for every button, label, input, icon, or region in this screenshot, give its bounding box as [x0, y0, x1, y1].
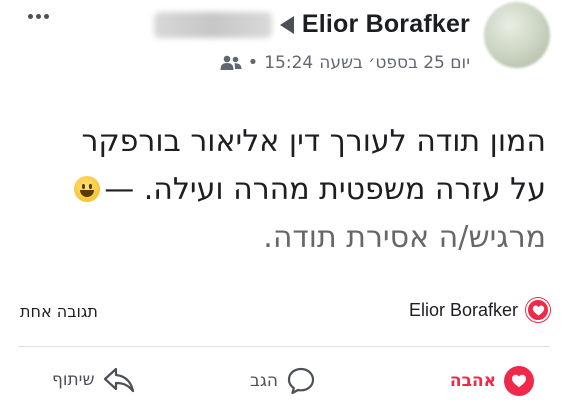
- reactor-name: Elior Borafker: [408, 299, 518, 320]
- comment-label: הגב: [250, 371, 278, 391]
- action-bar: שיתוף הגב אהבה: [0, 358, 568, 408]
- author-name[interactable]: Elior Borafker: [302, 10, 470, 39]
- reactors[interactable]: Elior Borafker: [409, 298, 550, 322]
- love-button[interactable]: אהבה: [450, 366, 534, 396]
- share-label: שיתוף: [52, 370, 95, 390]
- heart-icon: [504, 366, 534, 396]
- facebook-post: Elior Borafker • 15:24 יום 25 בספט׳ בשעה…: [0, 0, 568, 411]
- smiley-emoji-icon: [74, 176, 101, 202]
- post-text-line-2: על עזרה משפטית מהרה ועילה. —: [16, 166, 546, 214]
- meta-separator: •: [247, 52, 259, 73]
- post-header-names: Elior Borafker: [153, 10, 470, 39]
- blurred-page-name[interactable]: [153, 11, 272, 38]
- post-timestamp[interactable]: יום 25 בספט׳ בשעה: [319, 53, 470, 73]
- comment-button[interactable]: הגב: [250, 366, 316, 396]
- comment-count[interactable]: תגובה אחת: [20, 302, 98, 321]
- comment-icon: [287, 367, 315, 395]
- arrow-icon: [279, 15, 294, 34]
- reactions-summary: תגובה אחת Elior Borafker: [0, 296, 568, 330]
- post-meta: • 15:24 יום 25 בספט׳ בשעה: [220, 52, 470, 73]
- divider: [18, 346, 550, 347]
- share-icon: [103, 367, 134, 393]
- avatar[interactable]: [484, 2, 550, 68]
- post-text-line-3: מרגיש/ה אסירת תודה.: [263, 220, 546, 255]
- post-time[interactable]: 15:24: [264, 53, 313, 73]
- more-options-button[interactable]: [28, 14, 49, 19]
- heart-icon: [526, 298, 550, 322]
- love-label: אהבה: [449, 371, 496, 391]
- post-text: המון תודה לעורך דין אליאור בורפקר על עזר…: [16, 118, 546, 262]
- post-text-line-1: המון תודה לעורך דין אליאור בורפקר: [81, 124, 546, 159]
- share-button[interactable]: שיתוף: [52, 366, 135, 394]
- more-icon: [28, 14, 33, 19]
- friends-icon[interactable]: [220, 55, 242, 71]
